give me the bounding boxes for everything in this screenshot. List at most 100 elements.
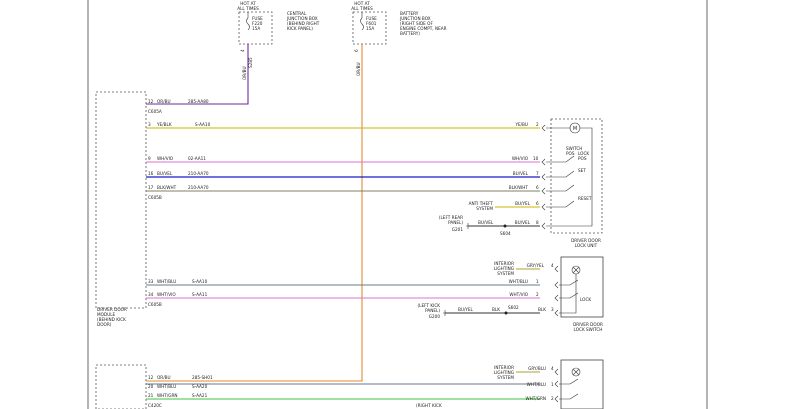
lock-switch-interior-3: SYSTEM <box>497 271 514 276</box>
bottom-switch-connectors <box>554 368 559 403</box>
lock-switch-dim-pin: 4 <box>551 263 554 268</box>
ground-mid-color-1: BU/YEL <box>458 307 474 312</box>
ground-top-color: BU/VEL <box>478 220 494 225</box>
wire-pink-pin: 9 <box>148 156 151 161</box>
purple-feed-wire <box>146 44 249 105</box>
wiring-diagram-page: HOT AT ALL TIMES FUSE F220 15A CENTRAL J… <box>0 0 800 409</box>
anti-theft-right-color: BU/YEL <box>515 201 531 206</box>
ground-mid-symbol <box>443 310 446 316</box>
bottom-color-c: WHT/GRN <box>157 393 178 398</box>
wire-pink-right-pin: 10 <box>533 156 539 161</box>
wire-pink-mid-right-pin: 2 <box>536 292 539 297</box>
fuse1-symbol <box>246 17 250 31</box>
lock-unit-set: SET <box>578 168 586 173</box>
wire-yellow-pin: 3 <box>148 122 151 127</box>
lock-switch-lock: LOCK <box>580 297 591 302</box>
splice-mid-dot <box>504 311 508 315</box>
ground-mid-label-2: PANEL) <box>425 308 440 313</box>
lock-unit-switch-2: POS <box>566 151 575 156</box>
fuse1-amps: 15A <box>252 26 260 31</box>
wire-olive-color: BLK/WHT <box>157 185 177 190</box>
power-wire-connector: C605A <box>148 109 162 114</box>
wire-pink-mid-circuit: S-AA11 <box>192 292 208 297</box>
power-wire-circuit: 285-AA80 <box>188 99 209 104</box>
bottom-right-c-color: WHT/GRN <box>525 396 546 401</box>
wire-pink-mid-pin: 34 <box>148 292 154 297</box>
orange-feed-wire <box>146 44 363 382</box>
power-wire-pin: 12 <box>148 99 154 104</box>
lock-unit-reset: RESET <box>578 196 592 201</box>
bottom-right-a-pin: 4 <box>551 366 554 371</box>
fuse2-amps: 15A <box>366 26 374 31</box>
wire-pink-right-color: WH/VIO <box>512 156 529 161</box>
bottom-circuit-a: 285-SH01 <box>192 375 213 380</box>
wire-olive-right-pin: 6 <box>536 185 539 190</box>
drop1-pin: 4 <box>240 49 245 52</box>
drop1-color: OR/BU <box>242 66 247 80</box>
bottom-right-b-color: WHT/BLU <box>527 382 546 387</box>
wire-pink-mid-color: WHT/VIO <box>157 292 176 297</box>
bottom-pin-a: 12 <box>148 375 154 380</box>
fuse1-hot-label-2: ALL TIMES <box>237 6 259 11</box>
wire-blue-color: BU/VEL <box>157 171 173 176</box>
wire-grey-blue-right-pin: 1 <box>536 279 539 284</box>
wire-olive-circuit: 210-AA70 <box>188 185 209 190</box>
wire-pink-circuit: 02-AA11 <box>188 156 206 161</box>
ground-top-id: G201 <box>452 227 464 232</box>
lock-unit-box <box>550 118 603 234</box>
ground-top-symbol <box>466 223 469 229</box>
wire-yellow-right-pin: 2 <box>536 122 539 127</box>
module-label-4: DOOR) <box>97 322 112 327</box>
bottom-right-b-pin: 1 <box>551 382 554 387</box>
fuse2-box-label-5: BATTERY) <box>400 31 420 36</box>
module-box-top <box>95 91 147 309</box>
drop2-pin: 6 <box>354 49 359 52</box>
lock-switch-connectors <box>554 265 559 317</box>
ground-top-label-2: PANEL) <box>448 220 463 225</box>
wire-grey-blue-pin: 33 <box>148 279 154 284</box>
anti-theft-label-2: SYSTEM <box>476 206 493 211</box>
bottom-color-b: WHT/BLU <box>157 384 176 389</box>
fuse2-hot-label-2: ALL TIMES <box>351 6 373 11</box>
lock-unit-connectors <box>541 124 546 230</box>
ground-mid-id: G200 <box>429 314 441 319</box>
power-wire-color: OR/BU <box>157 99 171 104</box>
wire-yellow-right-color: YE/BU <box>514 122 528 127</box>
connector-top-label: C605B <box>148 195 162 200</box>
ground-mid-color-2: BLK <box>492 307 500 312</box>
wire-olive-right-color: BLK/WHT <box>509 185 529 190</box>
wire-blue-right-color: BU/VEL <box>513 171 529 176</box>
ground-mid-splice: S602 <box>508 305 519 310</box>
wire-grey-blue-color: WHT/BLU <box>157 279 176 284</box>
lock-unit-switches <box>546 155 575 208</box>
anti-theft-right-pin: 6 <box>536 201 539 206</box>
bottom-switch-box <box>560 359 604 409</box>
drop1-circuit: S285 <box>248 57 253 68</box>
ground-mid-right-pin: 3 <box>551 307 554 312</box>
bottom-circuit-b: S-AA20 <box>192 384 208 389</box>
svg-text:M: M <box>573 126 577 132</box>
ground-mid-right-color: BLK <box>538 307 546 312</box>
splice-top-dot <box>503 224 507 228</box>
wire-yellow-circuit: S-AA10 <box>195 122 211 127</box>
lock-unit-label-2: LOCK UNIT <box>575 243 598 248</box>
module-box-bottom <box>95 364 147 409</box>
bottom-right-a-color: GRY/BLU <box>528 366 546 371</box>
lock-switch-box <box>560 256 604 318</box>
ground-top-splice: S604 <box>500 231 511 236</box>
lock-unit-lock-pos-2: POS <box>578 156 587 161</box>
bottom-connector: C420C <box>148 403 162 408</box>
wire-pink-mid-right-color: WHT/VIO <box>509 292 528 297</box>
wire-blue-pin: 16 <box>148 171 154 176</box>
bottom-note: (RIGHT KICK <box>416 403 442 408</box>
wire-grey-blue-right-color: WHT/BLU <box>509 279 528 284</box>
connector-mid-label: C605B <box>148 302 162 307</box>
wire-blue-circuit: 210-AA70 <box>188 171 209 176</box>
lock-switch-dim-color: GRY/YEL <box>527 263 545 268</box>
lock-switch-circuit <box>559 274 579 314</box>
bottom-right-c-pin: 2 <box>551 396 554 401</box>
fuse1-box-label-4: KICK PANEL) <box>287 26 313 31</box>
wiring-diagram: HOT AT ALL TIMES FUSE F220 15A CENTRAL J… <box>87 0 708 409</box>
bottom-circuit-c: S-AA21 <box>192 393 208 398</box>
wire-grey-blue-circuit: S-AA10 <box>192 279 208 284</box>
